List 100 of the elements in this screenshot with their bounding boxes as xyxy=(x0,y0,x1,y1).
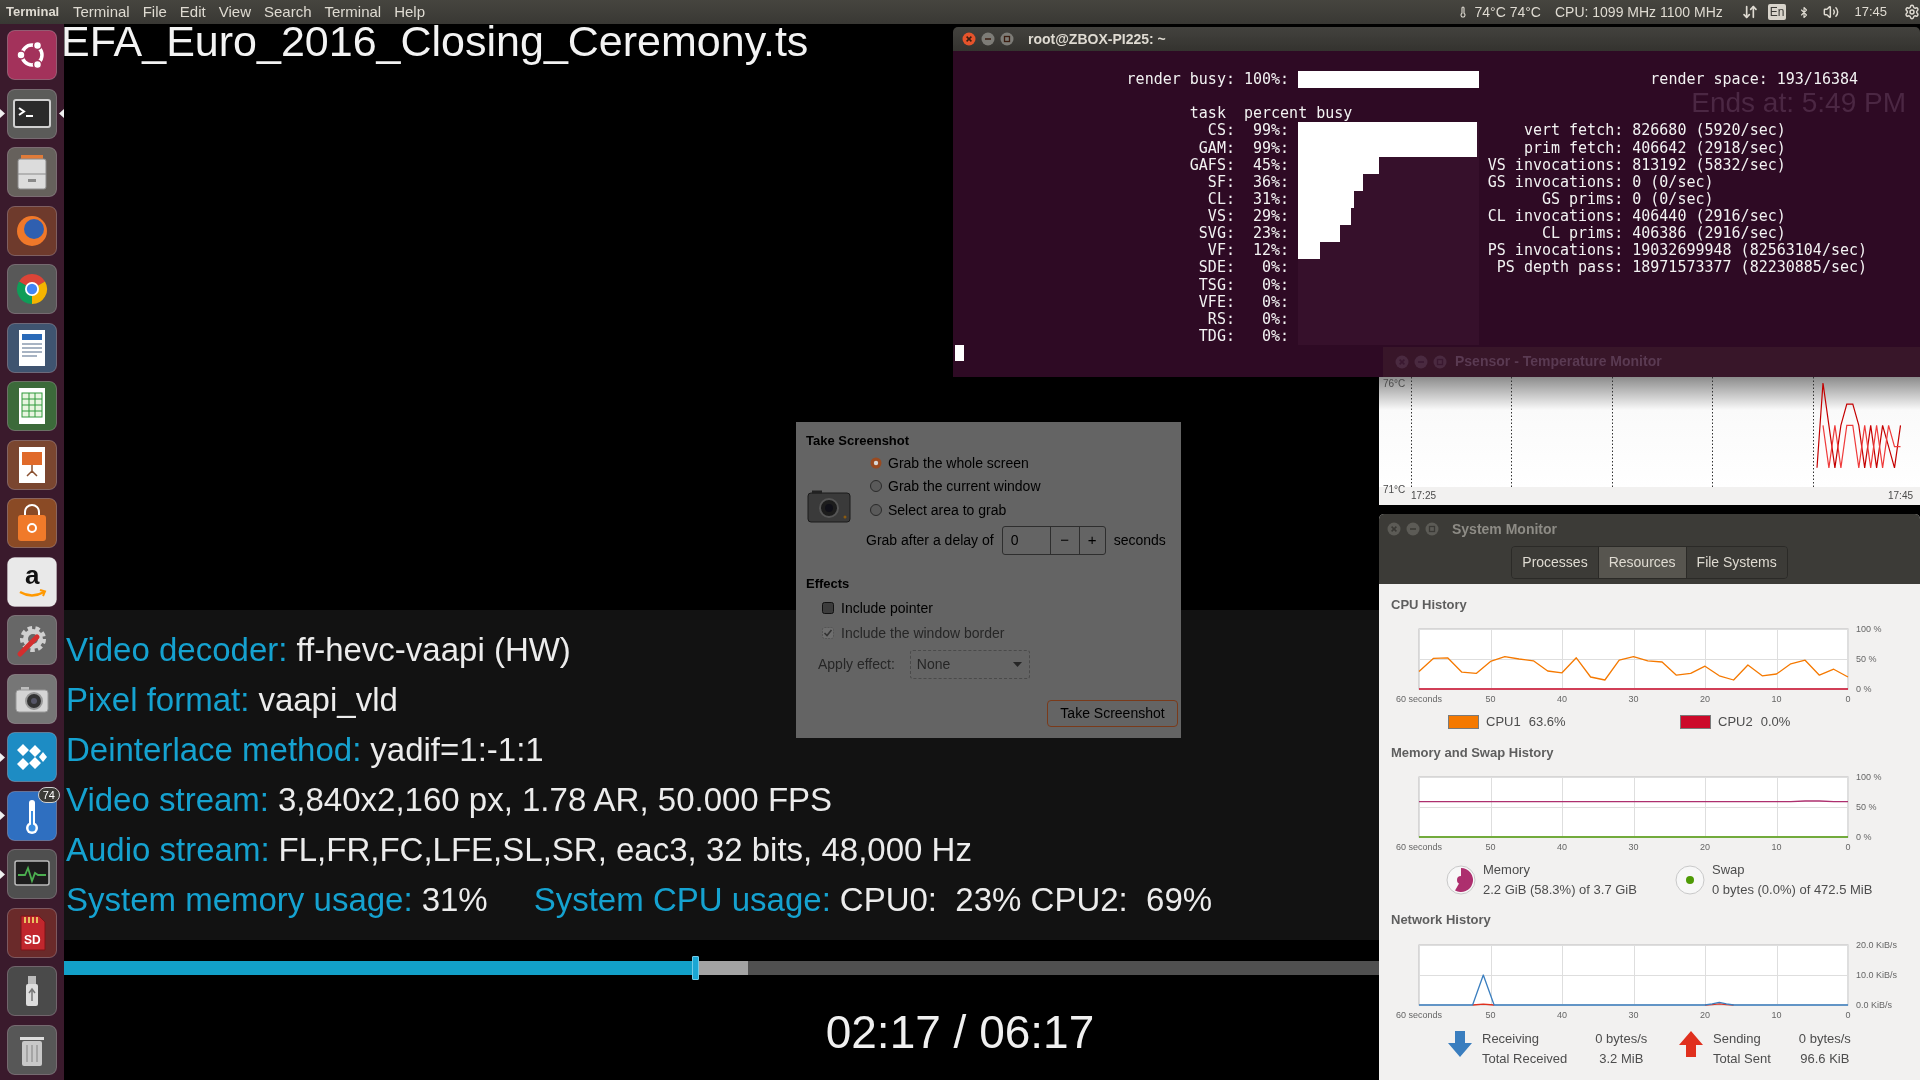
globe-icon[interactable] xyxy=(7,205,57,256)
axis-label: 0 xyxy=(1845,694,1851,704)
delay-unit: seconds xyxy=(1113,531,1166,550)
stat-value: 406440 (2916/sec) xyxy=(1632,208,1786,226)
axis-label: 17:45 xyxy=(1888,490,1913,501)
info-label: Video stream: xyxy=(66,780,269,820)
task-name: RS: xyxy=(1207,310,1235,328)
task-percent: 99%: xyxy=(1253,139,1290,157)
task-percent: 29%: xyxy=(1253,208,1290,226)
option-label: Select area to grab xyxy=(888,500,1007,519)
info-label: Audio stream: xyxy=(66,830,270,870)
info-label: System CPU usage: xyxy=(533,880,831,920)
axis-label: 50 % xyxy=(1856,654,1877,664)
menu-item[interactable]: Terminal xyxy=(73,2,130,22)
axis-label: 76°C xyxy=(1383,377,1406,389)
tab[interactable]: Resources xyxy=(1597,547,1686,578)
menu-item[interactable]: Help xyxy=(394,2,426,22)
diamond-cluster-icon[interactable] xyxy=(7,732,57,782)
radio-button[interactable] xyxy=(870,480,882,493)
task-percent: 99%: xyxy=(1253,122,1290,140)
stat-label: GS prims: xyxy=(1541,190,1624,208)
sd-card-icon[interactable] xyxy=(7,907,57,958)
minimize-icon[interactable] xyxy=(981,32,995,46)
task-name: GAFS: xyxy=(1189,156,1235,174)
tab[interactable]: File Systems xyxy=(1685,547,1787,578)
metric-percent: 100%: xyxy=(1243,71,1290,89)
stat-label: prim fetch: xyxy=(1523,139,1624,157)
gear-wrench-icon[interactable] xyxy=(7,615,57,665)
video-title: EFA_Euro_2016_Closing_Ceremony.ts xyxy=(61,20,809,63)
shopping-bag-icon[interactable] xyxy=(7,498,57,548)
stat-value: 0 (0/sec) xyxy=(1632,190,1714,208)
axis-label: 30 xyxy=(1628,694,1639,704)
presentation-icon[interactable] xyxy=(7,439,57,490)
legend-name: Memory xyxy=(1483,861,1531,879)
radio-button[interactable] xyxy=(870,456,882,469)
cpu-frequency-reading[interactable]: CPU: 1099 MHz 1100 MHz xyxy=(1554,2,1723,22)
delay-spin-box[interactable]: 0 − + xyxy=(1001,526,1106,555)
section-heading: Network History xyxy=(1391,912,1491,928)
render-space-text: render space: 193/16384 xyxy=(1650,71,1859,89)
take-screenshot-button[interactable]: Take Screenshot xyxy=(1047,700,1178,727)
seek-thumb[interactable] xyxy=(692,956,700,980)
info-value: 31% xyxy=(421,880,488,920)
spreadsheet-icon[interactable] xyxy=(7,381,57,431)
legend-value: 96.6 KiB xyxy=(1799,1050,1851,1068)
trash-icon[interactable] xyxy=(7,1024,57,1075)
decrement-button[interactable]: − xyxy=(1049,527,1079,554)
stat-label: GS invocations: xyxy=(1487,173,1624,191)
axis-label: 40 xyxy=(1557,842,1567,852)
camera-icon xyxy=(807,490,851,523)
task-name: VF: xyxy=(1207,242,1235,260)
task-name: CS: xyxy=(1207,122,1235,140)
info-value: FL,FR,FC,LFE,SL,SR, eac3, 32 bits, 48,000 Hz xyxy=(278,830,972,870)
axis-label: 100 % xyxy=(1856,774,1882,782)
menu-item[interactable]: Terminal xyxy=(324,2,382,22)
task-name: SDE: xyxy=(1198,259,1235,277)
task-percent: 36%: xyxy=(1253,173,1290,191)
temperature-reading[interactable]: 74°C 74°C xyxy=(1474,2,1541,22)
window-title: root@ZBOX-PI225: ~ xyxy=(1028,29,1166,49)
task-percent: 45%: xyxy=(1253,156,1290,174)
pulse-monitor-icon[interactable] xyxy=(7,849,57,899)
checkbox-label: Include the window border xyxy=(841,623,1005,643)
axis-label: 20 xyxy=(1700,842,1710,852)
legend-value: 3.2 MiB xyxy=(1598,1050,1645,1068)
stat-label: CL invocations: xyxy=(1487,208,1624,226)
close-icon[interactable] xyxy=(962,32,976,46)
radio-button[interactable] xyxy=(870,503,882,516)
increment-button[interactable]: + xyxy=(1078,527,1105,554)
maximize-icon[interactable] xyxy=(1000,32,1014,46)
usb-drive-icon[interactable] xyxy=(7,966,57,1016)
menu-item[interactable]: View xyxy=(218,2,251,22)
legend-name: Sending xyxy=(1713,1030,1762,1048)
menu-item[interactable]: File xyxy=(142,2,167,22)
camera-icon[interactable] xyxy=(7,673,57,724)
task-name: TSG: xyxy=(1198,276,1235,294)
ring-dots-icon[interactable] xyxy=(7,30,57,80)
thermometer-icon[interactable] xyxy=(7,790,57,841)
terminal-icon[interactable] xyxy=(7,88,57,139)
stat-value: 0 (0/sec) xyxy=(1632,173,1714,191)
info-label: Deinterlace method: xyxy=(66,730,362,770)
stat-label: CL prims: xyxy=(1541,225,1624,243)
menu-item[interactable]: Search xyxy=(263,2,312,22)
file-cabinet-icon[interactable] xyxy=(7,147,57,197)
checkbox[interactable] xyxy=(822,602,834,614)
speaker-icon[interactable] xyxy=(1822,4,1841,20)
document-icon[interactable] xyxy=(7,322,57,373)
legend-name: Swap xyxy=(1712,861,1746,879)
option-label: Grab the current window xyxy=(888,477,1041,496)
up-down-arrows-icon[interactable] xyxy=(1741,4,1758,20)
gear-icon[interactable] xyxy=(1904,4,1920,20)
axis-label: 60 seconds xyxy=(1396,842,1442,852)
task-percent: 0%: xyxy=(1262,276,1290,294)
clock[interactable]: 17:45 xyxy=(1854,2,1887,22)
legend-name: Receiving xyxy=(1482,1030,1541,1048)
task-name: GAM: xyxy=(1198,139,1235,157)
menu-item[interactable]: Edit xyxy=(179,2,206,22)
keyboard-layout-indicator[interactable]: En xyxy=(1767,4,1787,20)
axis-label: 50 xyxy=(1485,842,1496,852)
delay-input[interactable]: 0 xyxy=(1002,527,1050,554)
axis-label: 50 xyxy=(1485,1010,1496,1020)
stat-value: 406642 (2918/sec) xyxy=(1632,139,1786,157)
